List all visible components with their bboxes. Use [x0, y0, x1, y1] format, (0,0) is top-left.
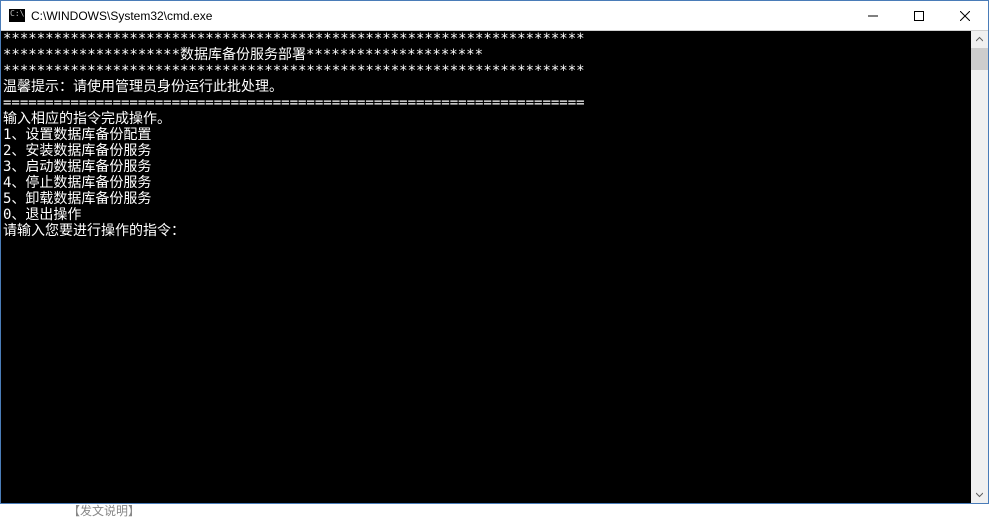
minimize-icon [868, 11, 878, 21]
console-line: ****************************************… [3, 63, 585, 79]
window-controls [850, 1, 988, 30]
scroll-up-button[interactable] [971, 31, 988, 48]
chevron-down-icon [976, 491, 983, 498]
window-title: C:\WINDOWS\System32\cmd.exe [31, 9, 850, 23]
close-icon [960, 11, 970, 21]
console-line: 请输入您要进行操作的指令： [3, 223, 185, 239]
console-output[interactable]: ****************************************… [1, 31, 971, 503]
console-line: 输入相应的指令完成操作。 [3, 111, 171, 127]
background-tab-text: 【发文说明】 [68, 502, 140, 519]
console-line: 0、退出操作 [3, 207, 81, 223]
console-line: 4、停止数据库备份服务 [3, 175, 151, 191]
maximize-icon [914, 11, 924, 21]
console-line: ========================================… [3, 95, 585, 111]
console-line: 2、安装数据库备份服务 [3, 143, 151, 159]
close-button[interactable] [942, 1, 988, 30]
console-wrap: ****************************************… [1, 31, 988, 503]
cmd-window: C:\ C:\WINDOWS\System32\cmd.exe ********… [0, 0, 989, 504]
maximize-button[interactable] [896, 1, 942, 30]
console-line: 5、卸载数据库备份服务 [3, 191, 151, 207]
scroll-down-button[interactable] [971, 486, 988, 503]
console-line: 温馨提示：请使用管理员身份运行此批处理。 [3, 79, 283, 95]
titlebar[interactable]: C:\ C:\WINDOWS\System32\cmd.exe [1, 1, 988, 31]
console-line: *********************数据库备份服务部署**********… [3, 47, 483, 63]
chevron-up-icon [976, 36, 983, 43]
cmd-icon: C:\ [9, 9, 25, 22]
minimize-button[interactable] [850, 1, 896, 30]
console-line: 1、设置数据库备份配置 [3, 127, 151, 143]
scrollbar-track[interactable] [971, 48, 988, 486]
scrollbar-thumb[interactable] [971, 48, 988, 70]
vertical-scrollbar[interactable] [971, 31, 988, 503]
console-line: ****************************************… [3, 31, 585, 47]
console-line: 3、启动数据库备份服务 [3, 159, 151, 175]
